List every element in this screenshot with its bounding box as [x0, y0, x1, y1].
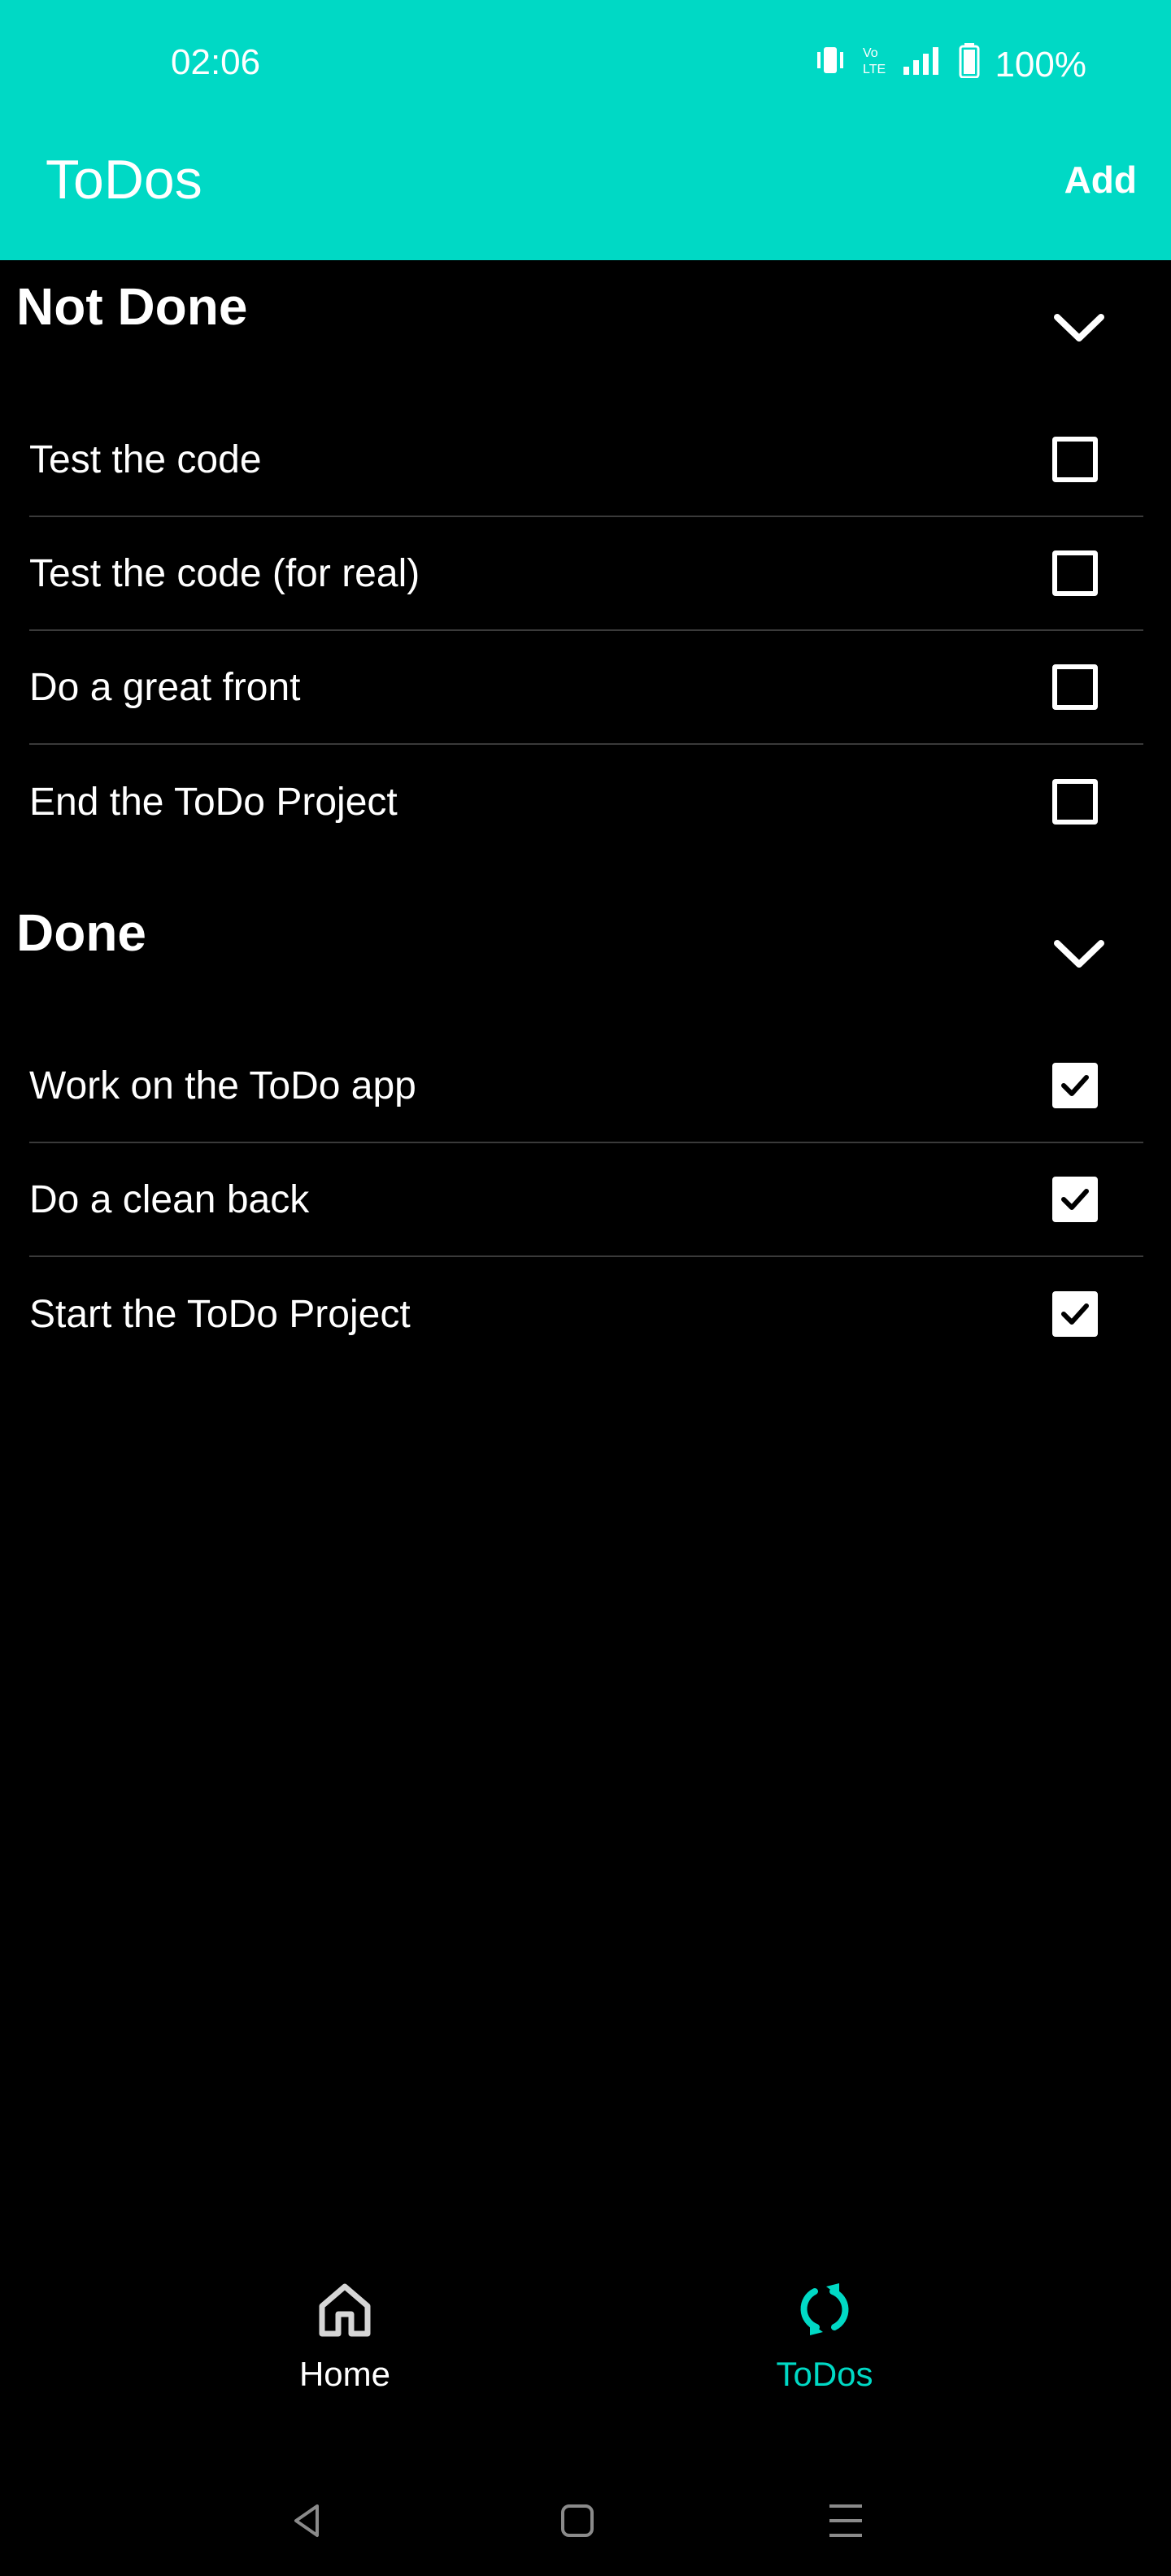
nav-home-label: Home: [298, 2355, 391, 2393]
todo-label: Do a great front: [29, 665, 301, 709]
todo-item[interactable]: Do a clean back: [29, 1143, 1143, 1257]
add-button[interactable]: Add: [1064, 158, 1137, 202]
status-time: 02:06: [171, 42, 261, 82]
todo-checkbox-checked[interactable]: [1052, 1291, 1098, 1337]
checkmark-icon: [1061, 1189, 1089, 1210]
todo-checkbox[interactable]: [1052, 437, 1098, 482]
todo-checkbox[interactable]: [1052, 664, 1098, 710]
todo-item[interactable]: Test the code: [29, 403, 1143, 517]
todo-label: Do a clean back: [29, 1177, 310, 1221]
system-nav: [0, 2480, 1171, 2576]
vibrate-icon: [812, 44, 848, 85]
section-title-done: Done: [16, 903, 146, 962]
chevron-down-icon[interactable]: [1051, 299, 1108, 356]
todo-item[interactable]: Start the ToDo Project: [29, 1257, 1143, 1371]
svg-text:LTE: LTE: [863, 63, 886, 76]
todo-checkbox[interactable]: [1052, 550, 1098, 596]
sync-icon: [800, 2283, 849, 2335]
bottom-nav: Home ToDos: [0, 2277, 1171, 2423]
todo-label: Work on the ToDo app: [29, 1064, 416, 1107]
todo-label: Start the ToDo Project: [29, 1292, 411, 1336]
battery-icon: [959, 42, 980, 87]
nav-todos[interactable]: ToDos: [703, 2277, 947, 2423]
todo-item[interactable]: End the ToDo Project: [29, 745, 1143, 859]
volte-icon: Vo LTE: [863, 44, 887, 85]
page-title: ToDos: [46, 149, 202, 211]
home-square-icon[interactable]: [555, 2498, 600, 2543]
todo-label: Test the code: [29, 437, 262, 481]
nav-todos-label: ToDos: [776, 2355, 873, 2393]
section-title-not-done: Not Done: [16, 277, 248, 336]
todo-item[interactable]: Test the code (for real): [29, 517, 1143, 631]
todo-checkbox-checked[interactable]: [1052, 1063, 1098, 1108]
signal-icon: [902, 44, 944, 85]
checkmark-icon: [1061, 1075, 1089, 1096]
home-icon: [319, 2283, 371, 2337]
menu-icon[interactable]: [823, 2498, 868, 2543]
battery-percent: 100%: [995, 44, 1086, 85]
todo-checkbox[interactable]: [1052, 779, 1098, 825]
svg-text:Vo: Vo: [863, 46, 878, 60]
todo-item[interactable]: Do a great front: [29, 631, 1143, 745]
nav-home[interactable]: Home: [223, 2277, 467, 2423]
checkmark-icon: [1061, 1303, 1089, 1325]
app-header: 02:06 Vo LTE 100% ToDos Add: [0, 0, 1171, 260]
todo-label: End the ToDo Project: [29, 780, 398, 824]
back-icon[interactable]: [285, 2498, 330, 2543]
todo-label: Test the code (for real): [29, 551, 420, 595]
chevron-down-icon[interactable]: [1051, 925, 1108, 982]
todo-item[interactable]: Work on the ToDo app: [29, 1029, 1143, 1143]
todo-checkbox-checked[interactable]: [1052, 1177, 1098, 1222]
status-icons: Vo LTE 100%: [812, 42, 1086, 87]
